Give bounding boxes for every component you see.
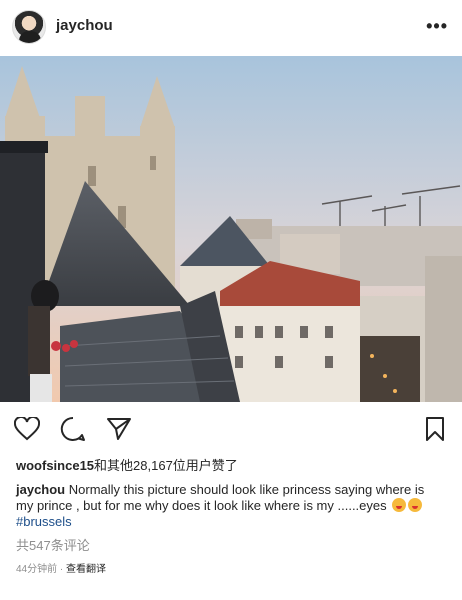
more-options-icon[interactable]: ••• <box>426 16 448 37</box>
post-meta: 44分钟前 · 查看翻译 <box>16 560 106 575</box>
comment-bubble-icon[interactable] <box>58 414 88 444</box>
avatar-figure <box>19 31 41 43</box>
meta-separator: · <box>57 564 67 575</box>
post-header: jaychou ••• <box>0 0 462 56</box>
view-comments-link[interactable]: 共547条评论 <box>16 535 90 554</box>
post-caption: jaychou Normally this picture should loo… <box>16 482 436 530</box>
post-username[interactable]: jaychou <box>56 17 113 34</box>
post-timestamp: 44分钟前 <box>16 564 58 575</box>
city-rooftops-photo <box>0 56 462 402</box>
squinting-tongue-emoji-icon <box>392 498 407 512</box>
liker-username[interactable]: woofsince15 <box>16 458 94 473</box>
caption-username[interactable]: jaychou <box>16 482 65 497</box>
heart-icon[interactable] <box>12 414 42 444</box>
caption-text: Normally this picture should look like p… <box>16 482 425 513</box>
avatar[interactable] <box>12 10 46 44</box>
paper-plane-icon[interactable] <box>104 414 134 444</box>
likes-summary[interactable]: woofsince15和其他28,167位用户赞了 <box>16 455 238 474</box>
action-row <box>0 414 462 446</box>
bookmark-icon[interactable] <box>420 414 450 444</box>
hashtag-link[interactable]: #brussels <box>16 514 72 529</box>
see-translation-link[interactable]: 查看翻译 <box>66 564 106 575</box>
likes-count-text: 和其他28,167位用户赞了 <box>94 458 238 473</box>
post-photo[interactable] <box>0 56 462 402</box>
squinting-tongue-emoji-icon <box>408 498 423 512</box>
